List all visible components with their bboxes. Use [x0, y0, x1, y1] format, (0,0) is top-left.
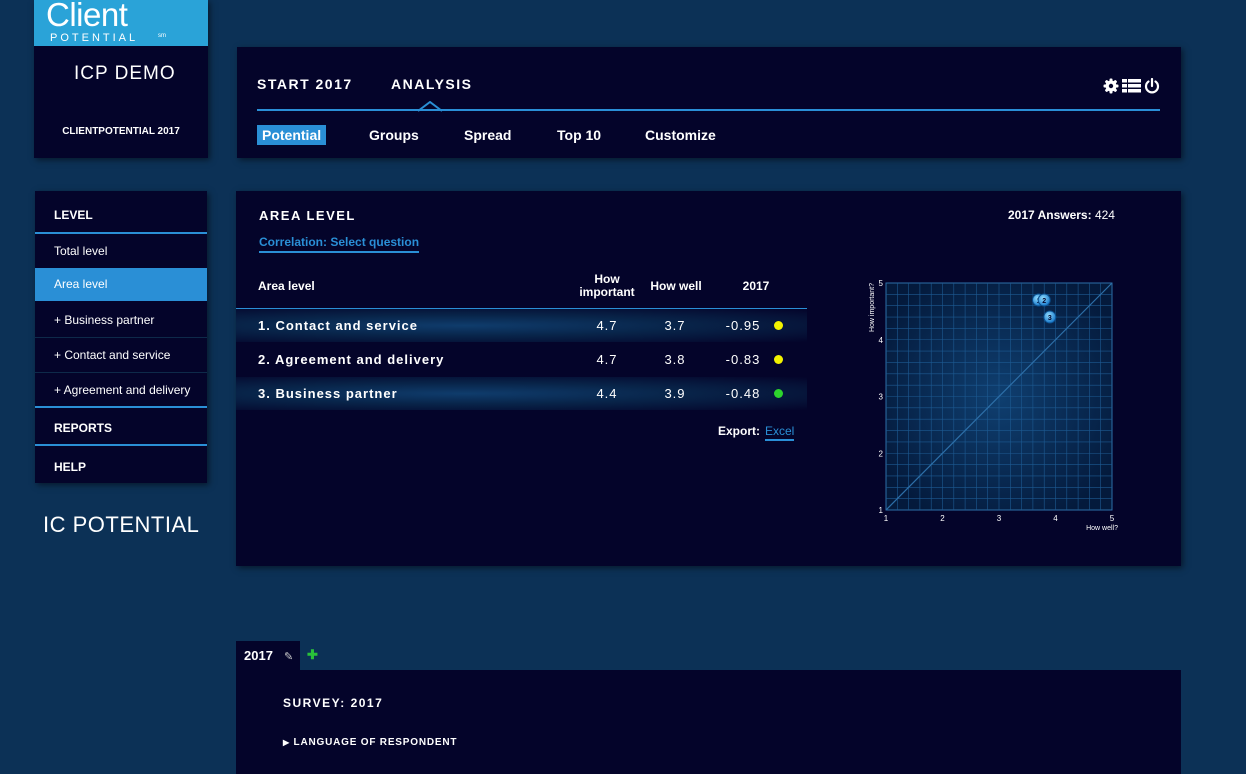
- add-tab-icon[interactable]: ✚: [307, 647, 318, 663]
- y-tick-label: 5: [879, 279, 884, 288]
- year-tab[interactable]: 2017 ✎: [236, 641, 300, 670]
- subtab-potential[interactable]: Potential: [257, 125, 327, 145]
- tab-start[interactable]: START 2017: [257, 76, 353, 92]
- toolbar-icons: [1103, 77, 1160, 95]
- subtab-customize[interactable]: Customize: [640, 125, 721, 145]
- logo-potential-text: POTENTIAL: [50, 32, 139, 44]
- sidebar-item-contact-service[interactable]: + Contact and service: [35, 348, 207, 362]
- year-tab-label: 2017: [244, 648, 273, 663]
- y-tick-label: 4: [879, 336, 884, 345]
- correlation-chart: 1234512345 How well? How important? 123: [869, 279, 1118, 532]
- x-tick-label: 1: [884, 514, 889, 523]
- col-header-2017: 2017: [742, 279, 770, 293]
- sidebar-divider: [35, 444, 207, 446]
- subtab-groups[interactable]: Groups: [364, 125, 424, 145]
- export-excel-link[interactable]: Excel: [765, 424, 795, 441]
- table-row[interactable]: 2. Agreement and delivery 4.7 3.8 -0.83: [236, 343, 807, 376]
- sidebar-header-help[interactable]: HELP: [35, 460, 207, 474]
- y-tick-label: 2: [879, 449, 884, 458]
- language-expander[interactable]: ▶ LANGUAGE OF RESPONDENT: [283, 737, 457, 748]
- survey-title: SURVEY: 2017: [283, 696, 384, 710]
- sidebar-item-total-level[interactable]: Total level: [35, 244, 207, 258]
- row-important: 4.7: [596, 352, 618, 367]
- sidebar: LEVEL Total level Area level + Business …: [35, 191, 207, 483]
- subtab-top10[interactable]: Top 10: [552, 125, 606, 145]
- data-point-label: 2: [1042, 298, 1046, 305]
- y-tick-label: 3: [879, 393, 884, 402]
- status-dot-yellow: [774, 355, 783, 364]
- x-tick-label: 4: [1053, 514, 1058, 523]
- data-point: 2: [1037, 293, 1051, 307]
- sidebar-item-agreement-delivery[interactable]: + Agreement and delivery: [35, 383, 207, 397]
- correlation-select-link[interactable]: Correlation: Select question: [259, 235, 420, 253]
- row-name: 2. Agreement and delivery: [258, 352, 445, 367]
- export-label: Export:: [718, 424, 760, 438]
- sidebar-divider: [35, 232, 207, 234]
- answers-label: 2017 Answers:: [1008, 208, 1092, 222]
- power-icon[interactable]: [1144, 78, 1160, 94]
- row-well: 3.7: [664, 318, 686, 333]
- row-important: 4.7: [596, 318, 618, 333]
- table-row[interactable]: 3. Business partner 4.4 3.9 -0.48: [236, 377, 807, 410]
- logo-banner: Client POTENTIAL sm: [34, 0, 208, 46]
- x-tick-label: 5: [1110, 514, 1115, 523]
- tab-analysis[interactable]: ANALYSIS: [391, 76, 473, 92]
- data-point: 3: [1043, 310, 1057, 324]
- demo-logo: ICP DEMO: [74, 63, 176, 84]
- x-tick-label: 3: [997, 514, 1002, 523]
- sidebar-item-business-partner[interactable]: + Business partner: [35, 313, 207, 327]
- company-name: CLIENTPOTENTIAL 2017: [62, 126, 180, 137]
- row-score: -0.48: [725, 386, 761, 401]
- status-dot-green: [774, 389, 783, 398]
- sidebar-divider: [35, 372, 207, 373]
- survey-panel: SURVEY: 2017 ▶ LANGUAGE OF RESPONDENT: [236, 670, 1181, 774]
- gear-icon[interactable]: [1103, 78, 1119, 94]
- subtab-spread[interactable]: Spread: [459, 125, 516, 145]
- x-tick-label: 2: [940, 514, 945, 523]
- logo-client-text: Client: [46, 0, 128, 33]
- answers-value: 424: [1094, 208, 1115, 222]
- list-icon[interactable]: [1122, 79, 1141, 93]
- caret-right-icon: ▶: [283, 738, 290, 747]
- row-score: -0.95: [725, 318, 761, 333]
- sidebar-header-reports[interactable]: REPORTS: [35, 421, 207, 435]
- row-score: -0.83: [725, 352, 761, 367]
- row-name: 3. Business partner: [258, 386, 398, 401]
- pencil-icon[interactable]: ✎: [284, 650, 293, 663]
- col-header-area: Area level: [258, 279, 315, 293]
- logo-sm-mark: sm: [158, 33, 166, 39]
- ic-potential-logo: IC POTENTIAL: [43, 512, 200, 537]
- col-header-important: How important: [579, 272, 635, 299]
- area-level-panel: AREA LEVEL 2017 Answers: 424 Correlation…: [236, 191, 1181, 566]
- language-label: LANGUAGE OF RESPONDENT: [293, 737, 458, 748]
- data-point-label: 3: [1048, 315, 1052, 322]
- y-tick-label: 1: [879, 506, 884, 515]
- sidebar-item-area-level[interactable]: Area level: [35, 268, 207, 301]
- table-row[interactable]: 1. Contact and service 4.7 3.7 -0.95: [236, 309, 807, 342]
- sidebar-header-level[interactable]: LEVEL: [35, 208, 207, 222]
- col-header-well: How well: [650, 279, 702, 293]
- sidebar-divider: [35, 337, 207, 338]
- row-name: 1. Contact and service: [258, 318, 418, 333]
- y-axis-label: How important?: [869, 283, 876, 332]
- answers-count: 2017 Answers: 424: [1008, 208, 1115, 222]
- row-well: 3.8: [664, 352, 686, 367]
- active-tab-indicator: [417, 101, 443, 112]
- top-navigation: START 2017 ANALYSIS Potential Groups Spr…: [237, 47, 1181, 158]
- sidebar-divider: [35, 406, 207, 408]
- row-important: 4.4: [596, 386, 618, 401]
- logo-block: Client POTENTIAL sm ICP DEMO CLIENTPOTEN…: [34, 0, 208, 158]
- panel-title: AREA LEVEL: [259, 208, 356, 223]
- x-axis-label: How well?: [1086, 525, 1118, 532]
- status-dot-yellow: [774, 321, 783, 330]
- nav-divider: [257, 109, 1160, 111]
- row-well: 3.9: [664, 386, 686, 401]
